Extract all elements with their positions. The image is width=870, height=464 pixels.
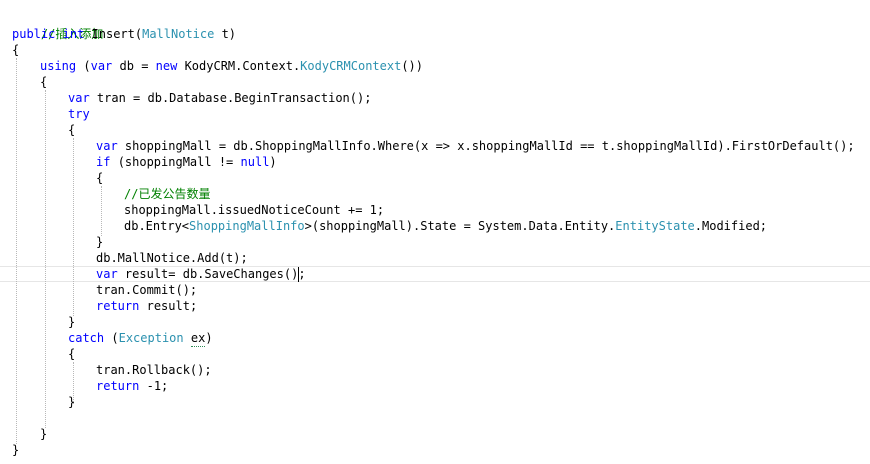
method-name: Insert( xyxy=(91,27,143,41)
keyword: catch xyxy=(68,331,105,345)
code-text: shoppingMall.issuedNoticeCount += 1; xyxy=(124,203,385,217)
keyword: public xyxy=(12,27,56,41)
code-text: tran.Commit(); xyxy=(96,283,198,297)
namespace: KodyCRM.Context. xyxy=(184,59,301,73)
brace: } xyxy=(68,395,76,409)
code-editor[interactable]: //插入添加 public int Insert(MallNotice t) {… xyxy=(0,0,870,464)
code-text: ) xyxy=(269,155,277,169)
type-name: ShoppingMallInfo xyxy=(189,219,305,233)
code-text: db.Entry< xyxy=(124,219,190,233)
code-text: db.MallNotice.Add(t); xyxy=(96,251,248,265)
keyword: return xyxy=(96,379,140,393)
code-text: db = xyxy=(119,59,149,73)
code-line[interactable]: { xyxy=(96,170,103,186)
code-line[interactable]: public int Insert(MallNotice t) xyxy=(12,26,236,42)
code-line[interactable]: using (var db = new KodyCRM.Context.Kody… xyxy=(40,58,423,74)
keyword: try xyxy=(68,107,90,121)
code-line[interactable]: var result= db.SaveChanges(); xyxy=(96,266,306,282)
brace: } xyxy=(96,235,104,249)
keyword: var xyxy=(96,139,118,153)
code-line[interactable]: } xyxy=(12,442,19,458)
code-text: ( xyxy=(111,331,119,345)
indent-guide xyxy=(45,90,46,428)
code-text: result; xyxy=(146,299,198,313)
code-line[interactable]: db.Entry<ShoppingMallInfo>(shoppingMall)… xyxy=(124,218,767,234)
keyword: if xyxy=(96,155,111,169)
code-text: ) xyxy=(205,331,213,345)
enum-name: EntityState xyxy=(615,219,695,233)
code-text: (shoppingMall != xyxy=(117,155,234,169)
code-text: ( xyxy=(83,59,91,73)
brace: { xyxy=(96,171,104,185)
brace: { xyxy=(12,43,20,57)
indent-guide xyxy=(16,58,17,444)
code-line[interactable]: { xyxy=(68,122,75,138)
keyword: var xyxy=(68,91,90,105)
code-line[interactable]: catch (Exception ex) xyxy=(68,330,213,347)
code-line[interactable]: } xyxy=(68,314,75,330)
brace: } xyxy=(40,427,48,441)
brace: { xyxy=(40,75,48,89)
variable-ex: ex xyxy=(190,331,206,347)
type-name: Exception xyxy=(118,331,184,345)
code-line[interactable]: var shoppingMall = db.ShoppingMallInfo.W… xyxy=(96,138,855,154)
code-line[interactable]: return -1; xyxy=(96,378,168,394)
keyword: using xyxy=(40,59,77,73)
code-line[interactable]: { xyxy=(12,42,19,58)
code-text: result= db.SaveChanges(); xyxy=(124,267,306,281)
code-line[interactable]: db.MallNotice.Add(t); xyxy=(96,250,248,266)
code-line[interactable]: } xyxy=(96,234,103,250)
code-text: ()) xyxy=(401,59,424,73)
code-text: shoppingMall = db.ShoppingMallInfo.Where… xyxy=(124,139,855,153)
code-line[interactable]: //插入添加 xyxy=(12,10,103,41)
code-line[interactable]: return result; xyxy=(96,298,197,314)
brace: } xyxy=(68,315,76,329)
code-text: tran = db.Database.BeginTransaction(); xyxy=(96,91,372,105)
code-text: t) xyxy=(214,27,237,41)
code-line[interactable]: //已发公告数量 xyxy=(124,186,210,202)
keyword: null xyxy=(240,155,270,169)
code-line[interactable]: tran.Commit(); xyxy=(96,282,197,298)
code-text: >(shoppingMall).State = System.Data.Enti… xyxy=(304,219,616,233)
brace: { xyxy=(68,347,76,361)
keyword: return xyxy=(96,299,140,313)
brace: { xyxy=(68,123,76,137)
type-name: MallNotice xyxy=(142,27,215,41)
code-line[interactable]: var tran = db.Database.BeginTransaction(… xyxy=(68,90,371,106)
keyword: int xyxy=(62,27,85,41)
code-line[interactable]: shoppingMall.issuedNoticeCount += 1; xyxy=(124,202,384,218)
comment: //已发公告数量 xyxy=(124,187,211,201)
indent-guide xyxy=(73,138,74,316)
code-line[interactable]: { xyxy=(68,346,75,362)
indent-guide xyxy=(101,186,102,236)
code-line[interactable]: { xyxy=(40,74,47,90)
brace: } xyxy=(12,443,20,457)
keyword: var xyxy=(90,59,113,73)
text-caret xyxy=(298,267,299,282)
code-line[interactable]: if (shoppingMall != null) xyxy=(96,154,277,170)
keyword: var xyxy=(96,267,118,281)
type-name: KodyCRMContext xyxy=(300,59,402,73)
keyword: new xyxy=(155,59,178,73)
code-text: .Modified; xyxy=(694,219,768,233)
code-text: -1; xyxy=(146,379,169,393)
code-line[interactable]: } xyxy=(68,394,75,410)
code-text: tran.Rollback(); xyxy=(96,363,212,377)
code-line[interactable]: try xyxy=(68,106,90,122)
code-line[interactable]: } xyxy=(40,426,47,442)
code-line[interactable]: tran.Rollback(); xyxy=(96,362,212,378)
